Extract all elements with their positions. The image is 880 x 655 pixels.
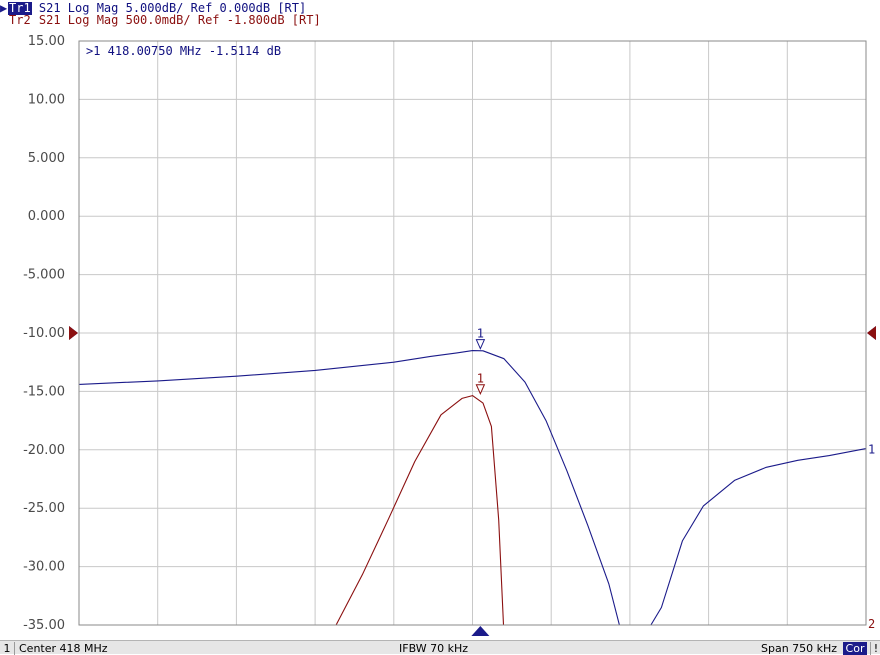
- reference-level-left-icon[interactable]: [69, 326, 78, 340]
- y-axis-tick-labels: 15.00 10.00 5.000 0.000 -5.000 -10.00 -15.00 -2…: [23, 34, 65, 633]
- y-tick-label: 15.00: [28, 34, 65, 49]
- y-tick-label: 10.00: [28, 92, 65, 107]
- status-correction-badge[interactable]: Cor: [843, 642, 867, 655]
- y-tick-label: -10.00: [23, 326, 65, 341]
- y-tick-label: -35.00: [23, 618, 65, 633]
- marker-label: 1: [477, 372, 484, 386]
- marker-readout: >1 418.00750 MHz -1.5114 dB: [86, 44, 281, 58]
- y-tick-label: 5.000: [28, 151, 65, 166]
- status-ifbw[interactable]: IFBW 70 kHz: [399, 642, 468, 655]
- chart-grid: [79, 41, 866, 625]
- status-span[interactable]: Span 750 kHz: [761, 642, 837, 655]
- y-tick-label: -15.00: [23, 384, 65, 399]
- trace-end-label: 1: [868, 443, 875, 457]
- chart-plot-area[interactable]: 15.00 10.00 5.000 0.000 -5.000 -10.00 -15.00 -2…: [0, 0, 880, 640]
- y-tick-label: -20.00: [23, 443, 65, 458]
- trace-end-label: 2: [868, 617, 875, 631]
- marker-triangle-icon[interactable]: [475, 384, 486, 395]
- marker-stimulus-icon[interactable]: [471, 626, 490, 636]
- status-center-frequency[interactable]: Center 418 MHz: [19, 642, 108, 655]
- reference-level-right-icon[interactable]: [867, 326, 876, 340]
- y-tick-label: -25.00: [23, 501, 65, 516]
- y-tick-label: -5.000: [23, 268, 65, 283]
- marker-label: 1: [477, 327, 484, 341]
- chart-traces: 12: [78, 350, 875, 631]
- status-end-indicator: !: [870, 642, 880, 655]
- status-channel[interactable]: 1: [0, 642, 15, 655]
- y-tick-label: 0.000: [28, 209, 65, 224]
- marker-triangle-icon[interactable]: [475, 339, 486, 350]
- y-tick-label: -30.00: [23, 560, 65, 575]
- status-bar: 1 Center 418 MHz IFBW 70 kHz Span 750 kH…: [0, 640, 880, 655]
